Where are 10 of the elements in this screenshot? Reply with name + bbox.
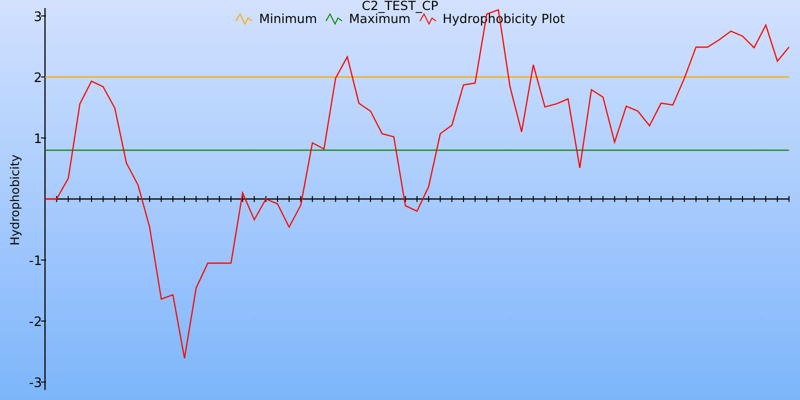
legend-label: Maximum bbox=[349, 12, 411, 26]
y-tick-label: 2 bbox=[34, 70, 42, 86]
chart-title: C2_TEST_CP bbox=[362, 0, 438, 12]
y-tick-label: 3 bbox=[34, 10, 42, 25]
y-tick-label: -3 bbox=[29, 376, 42, 392]
legend-label: Minimum bbox=[259, 12, 317, 26]
y-tick-label: 1 bbox=[34, 132, 42, 147]
y-tick-label: -2 bbox=[29, 315, 42, 330]
y-tick-label: -1 bbox=[29, 254, 42, 270]
y-axis-label: Hydrophobicity bbox=[8, 154, 22, 246]
